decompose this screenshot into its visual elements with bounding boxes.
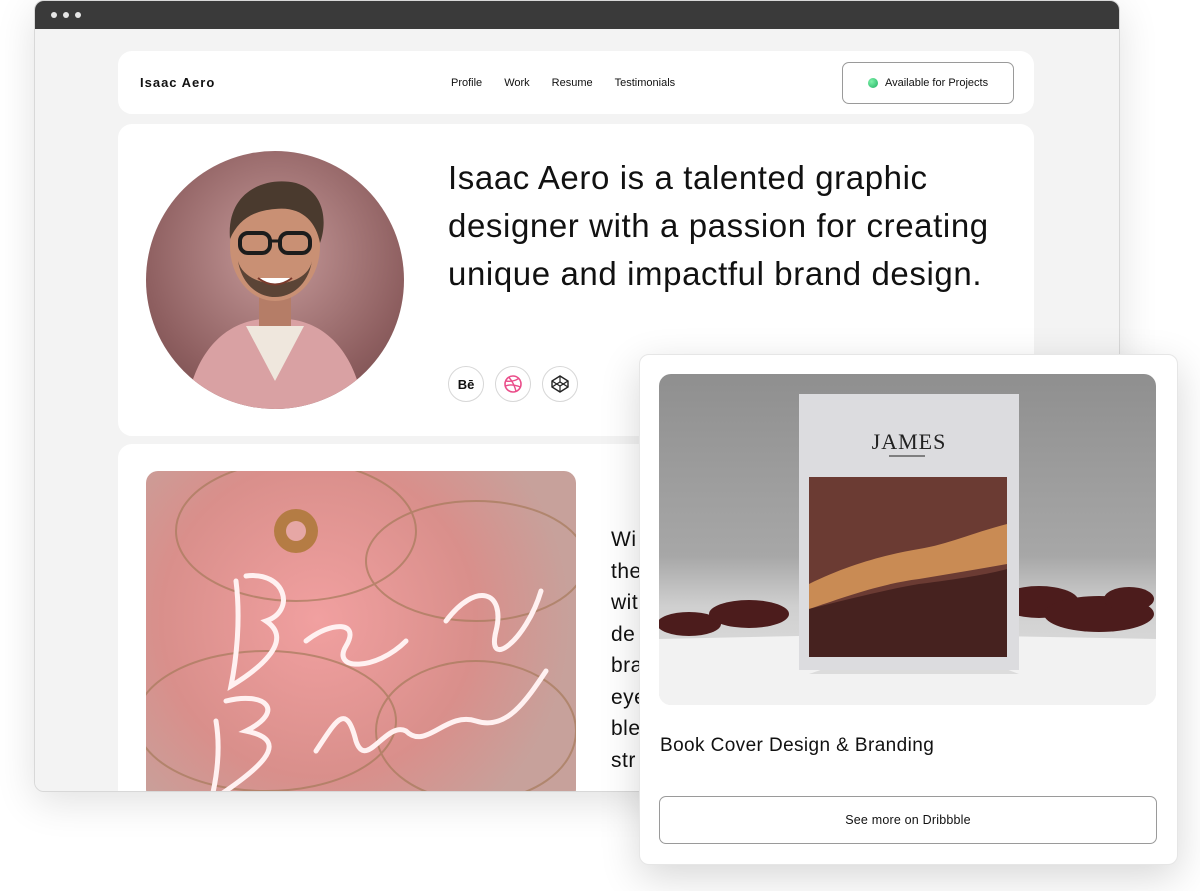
dribbble-glyph (504, 375, 522, 393)
hero-headline: Isaac Aero is a talented graphic designe… (448, 159, 989, 292)
neon-artwork (146, 471, 576, 791)
codepen-glyph (551, 375, 569, 393)
status-dot-icon (867, 78, 878, 88)
featured-project-card: JAMES Book Cover Design & Branding See m… (639, 354, 1178, 865)
window-dot (51, 12, 57, 18)
nav-item-work[interactable]: Work (504, 77, 529, 89)
project-title: Book Cover Design & Branding (660, 735, 935, 756)
avatar (146, 151, 404, 409)
browser-titlebar (35, 1, 1119, 29)
dribbble-icon[interactable] (495, 366, 531, 402)
top-nav: Isaac Aero Profile Work Resume Testimoni… (118, 51, 1034, 114)
availability-button[interactable]: Available for Projects (842, 62, 1014, 104)
behance-label: Bē (457, 376, 475, 392)
social-links: Bē (448, 366, 578, 402)
nav-item-testimonials[interactable]: Testimonials (615, 77, 676, 89)
behance-icon[interactable]: Bē (448, 366, 484, 402)
availability-label: Available for Projects (884, 77, 989, 89)
book-photo-art (659, 394, 1156, 705)
book-cover-photo[interactable]: JAMES (659, 374, 1156, 705)
neon-sign-image (146, 471, 576, 791)
window-dot (63, 12, 69, 18)
portrait-illustration (186, 181, 364, 409)
codepen-icon[interactable] (542, 366, 578, 402)
nav-menu: Profile Work Resume Testimonials (451, 77, 675, 89)
nav-item-resume[interactable]: Resume (552, 77, 593, 89)
cover-title: JAMES (871, 429, 947, 454)
nav-item-profile[interactable]: Profile (451, 77, 482, 89)
see-more-dribbble-button[interactable]: See more on Dribbble (659, 796, 1157, 844)
window-dot (75, 12, 81, 18)
brand-name[interactable]: Isaac Aero (140, 75, 215, 90)
